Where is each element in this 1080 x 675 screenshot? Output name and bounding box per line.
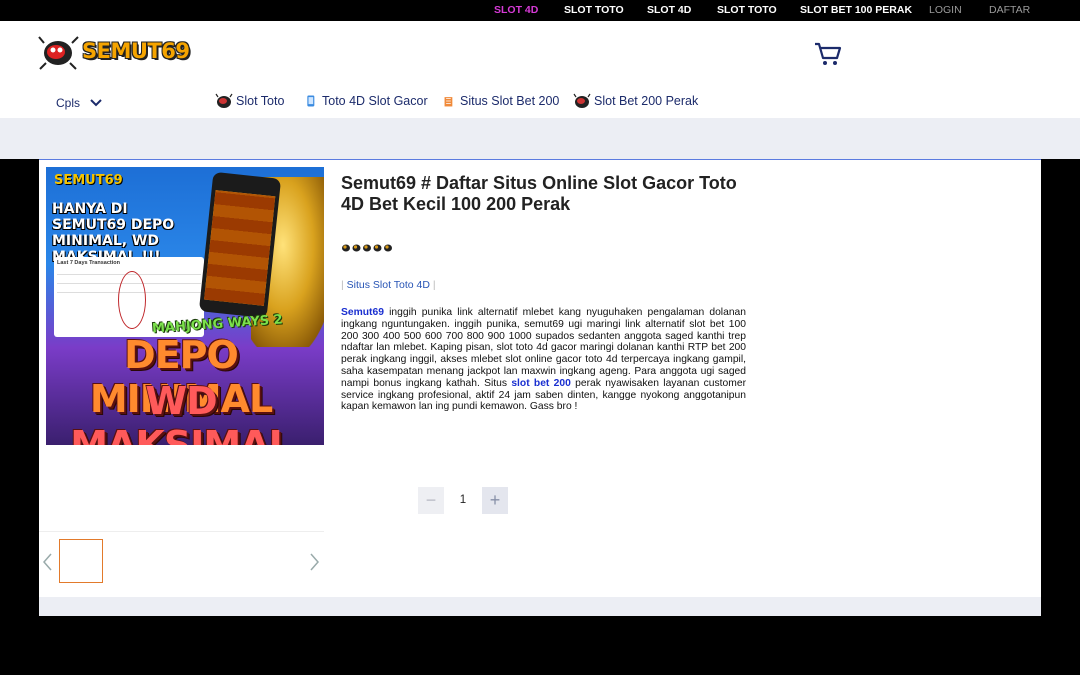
topnav-slot-4d-link[interactable]: SLOT 4D bbox=[494, 4, 538, 16]
topnav-slot-bet-100-perak-link[interactable]: SLOT BET 100 PERAK bbox=[800, 4, 912, 16]
tag-separator: | bbox=[432, 279, 436, 291]
nav-situs-slot-bet-200[interactable]: Situs Slot Bet 200 bbox=[443, 93, 559, 109]
nav-slot-bet-200-perak-label: Slot Bet 200 Perak bbox=[594, 94, 699, 108]
quantity-value[interactable]: 1 bbox=[444, 494, 482, 506]
logo-wordmark: SEMUT69 bbox=[82, 39, 190, 63]
login-link[interactable]: LOGIN bbox=[929, 4, 962, 16]
topnav-slot-toto-link-2[interactable]: SLOT TOTO bbox=[717, 4, 777, 16]
header-divider-band bbox=[0, 118, 1080, 159]
gallery-thumbnail[interactable] bbox=[59, 539, 103, 583]
banner-highlight-circle bbox=[118, 271, 146, 329]
gallery-divider bbox=[39, 531, 324, 532]
daftar-link[interactable]: DAFTAR bbox=[989, 4, 1030, 16]
gift-icon bbox=[444, 97, 453, 107]
site-header: SEMUT69 Cpls Slot Toto Toto 4D Slot Gaco… bbox=[0, 21, 1080, 118]
nav-toto-4d-slot-gacor-label: Toto 4D Slot Gacor bbox=[322, 94, 428, 108]
banner-phone-illustration bbox=[198, 171, 282, 319]
ant-mascot-icon bbox=[38, 36, 79, 70]
shopping-cart-icon[interactable] bbox=[814, 41, 842, 67]
nav-slot-toto-label: Slot Toto bbox=[236, 94, 285, 108]
description-brand-link[interactable]: Semut69 bbox=[341, 307, 384, 318]
topnav-slot-toto-link[interactable]: SLOT TOTO bbox=[564, 4, 624, 16]
description-text-1: inggih punika link alternatif mlebet kan… bbox=[341, 307, 746, 389]
site-logo[interactable]: SEMUT69 bbox=[38, 35, 190, 71]
topnav-slot-4d-link-2[interactable]: SLOT 4D bbox=[647, 4, 691, 16]
banner-logo: SEMUT69 bbox=[54, 173, 123, 188]
top-navigation-bar: SLOT 4D SLOT TOTO SLOT 4D SLOT TOTO SLOT… bbox=[0, 0, 1080, 21]
banner-headline: HANYA DI SEMUT69 DEPO MINIMAL, WD MAKSIM… bbox=[52, 201, 175, 265]
quantity-decrease-button[interactable]: − bbox=[418, 486, 444, 514]
chevron-down-icon bbox=[90, 99, 102, 107]
ant-mascot-icon bbox=[215, 93, 233, 108]
chevron-right-icon[interactable] bbox=[307, 552, 321, 572]
product-panel: SEMUT69 HANYA DI SEMUT69 DEPO MINIMAL, W… bbox=[39, 159, 1041, 616]
rating-stars bbox=[341, 242, 393, 254]
banner-slogan-line2: WD MAKSIMAL bbox=[70, 379, 293, 445]
ant-rating-icons bbox=[342, 244, 392, 252]
phone-icon bbox=[307, 95, 315, 107]
description-slot-bet-200-link[interactable]: slot bet 200 bbox=[511, 378, 571, 389]
chevron-left-icon[interactable] bbox=[41, 552, 55, 572]
tag-separator-left: | bbox=[341, 279, 344, 291]
product-main-image[interactable]: SEMUT69 HANYA DI SEMUT69 DEPO MINIMAL, W… bbox=[46, 167, 324, 445]
product-title: Semut69 # Daftar Situs Online Slot Gacor… bbox=[341, 173, 737, 214]
nav-toto-4d-slot-gacor[interactable]: Toto 4D Slot Gacor bbox=[305, 93, 428, 109]
category-dropdown-label: Cpls bbox=[56, 96, 81, 110]
panel-footer-band bbox=[39, 597, 1041, 616]
tag-link-situs-slot-toto-4d[interactable]: Situs Slot Toto 4D bbox=[347, 279, 430, 291]
banner-table-title: Last 7 Days Transaction bbox=[57, 260, 120, 266]
nav-slot-bet-200-perak[interactable]: Slot Bet 200 Perak bbox=[573, 93, 698, 109]
ant-mascot-icon bbox=[573, 93, 591, 108]
nav-slot-toto[interactable]: Slot Toto bbox=[215, 93, 284, 109]
quantity-increase-button[interactable]: + bbox=[482, 486, 508, 514]
product-tag: | Situs Slot Toto 4D | bbox=[341, 279, 436, 291]
category-dropdown[interactable]: Cpls bbox=[56, 96, 102, 110]
nav-situs-slot-bet-200-label: Situs Slot Bet 200 bbox=[460, 94, 560, 108]
quantity-stepper: − 1 + bbox=[418, 486, 508, 514]
product-description: Semut69 inggih punika link alternatif ml… bbox=[341, 307, 746, 413]
